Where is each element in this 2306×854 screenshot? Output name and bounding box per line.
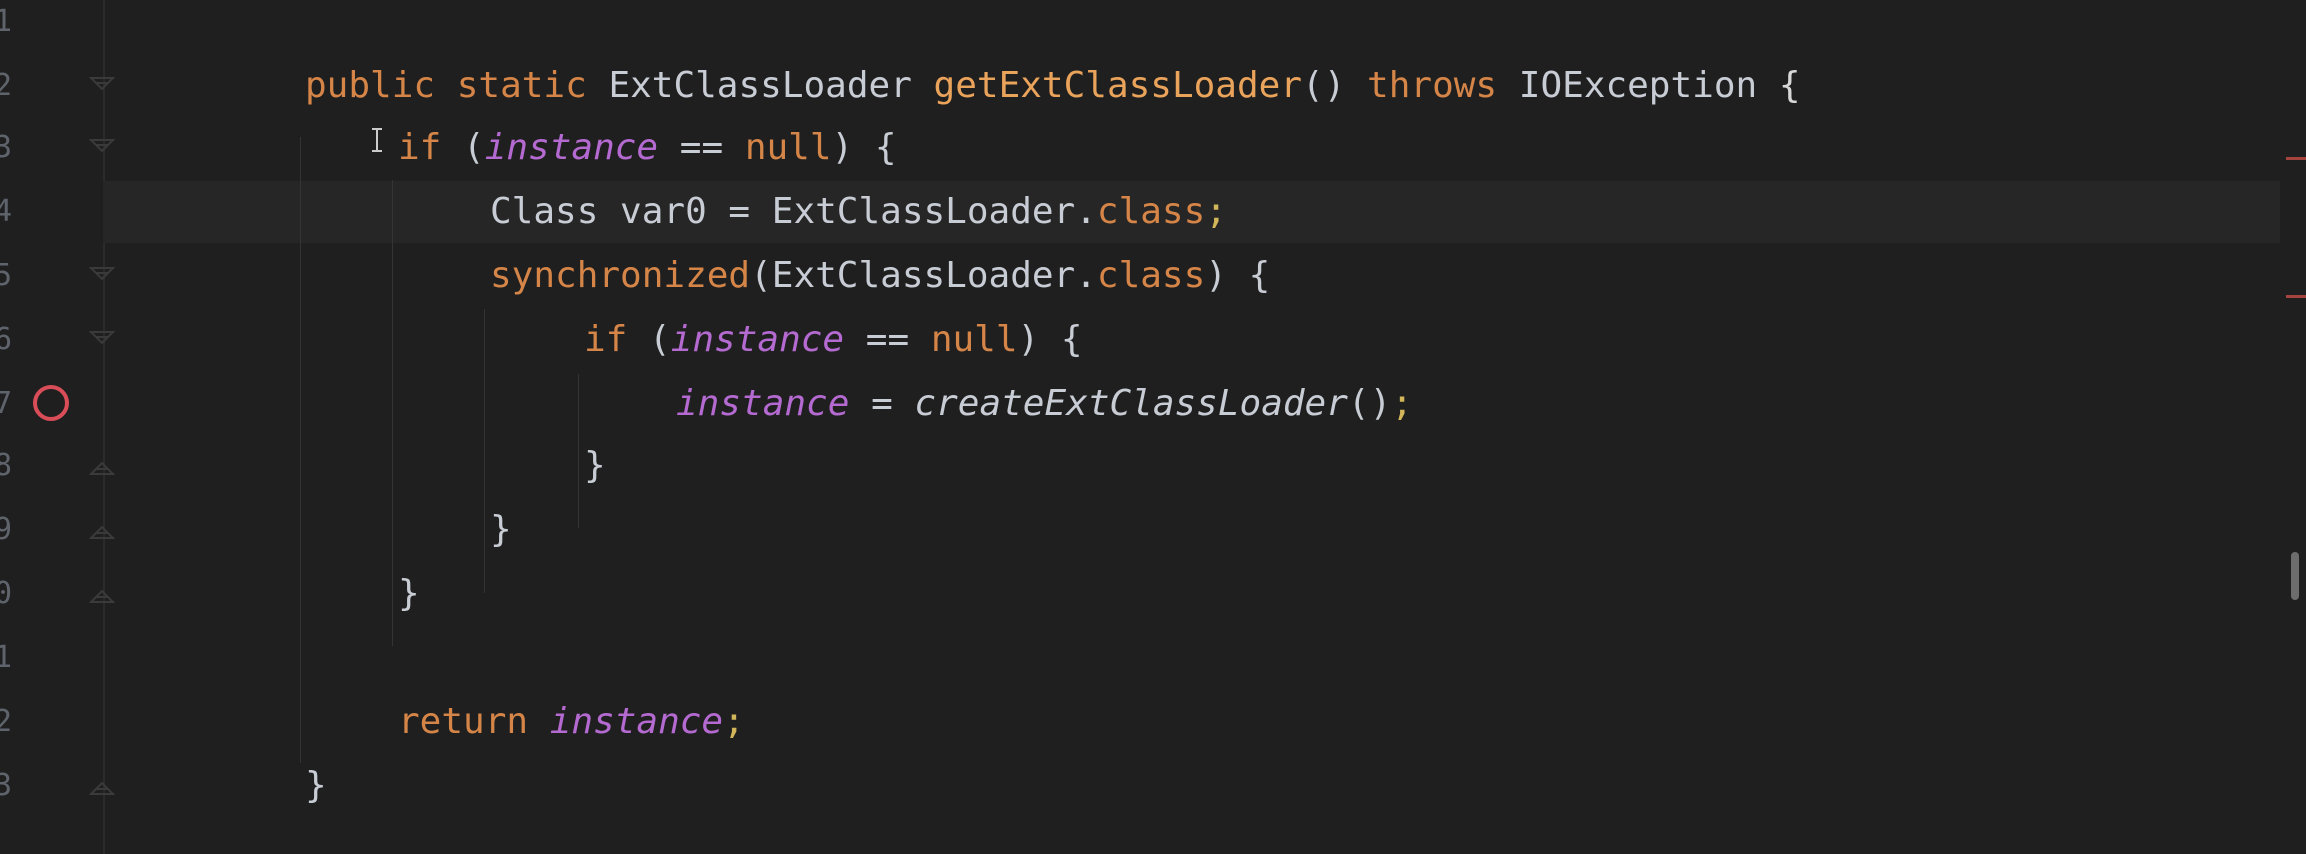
fold-marker-icon[interactable] <box>89 520 115 540</box>
code-token: getExtClassLoader <box>933 65 1303 106</box>
line-number: 3 <box>0 768 12 803</box>
code-token: ) { <box>1205 255 1271 296</box>
line-number: 6 <box>0 322 12 357</box>
code-token: () <box>1302 65 1368 106</box>
line-number: 1 <box>0 640 12 675</box>
code-token: public <box>305 65 457 106</box>
code-token: ) { <box>1017 319 1083 360</box>
code-token: ; <box>723 701 745 742</box>
code-token: == <box>658 127 745 168</box>
line-number: 7 <box>0 386 12 421</box>
gutter-divider <box>103 0 105 854</box>
scrollbar-thumb[interactable] <box>2291 552 2299 600</box>
code-token: { <box>1778 65 1801 106</box>
indent-guide <box>392 180 393 646</box>
line-number: 9 <box>0 512 12 547</box>
indent-guide <box>300 137 301 763</box>
scrollbar-track[interactable] <box>2280 0 2306 854</box>
code-token: instance <box>676 383 850 424</box>
code-token: } <box>584 445 606 486</box>
code-token: = <box>849 383 915 424</box>
code-token: null <box>930 319 1018 360</box>
code-token: ( <box>750 255 772 296</box>
fold-marker-icon[interactable] <box>89 330 115 350</box>
code-token: = <box>706 191 772 232</box>
code-token: ( <box>649 319 671 360</box>
scrollbar-error-mark <box>2286 157 2306 160</box>
code-token: throws <box>1367 65 1519 106</box>
text-cursor-icon <box>372 128 382 152</box>
line-number: 2 <box>0 68 12 103</box>
code-line[interactable]: instance = createExtClassLoader(); <box>676 372 1413 436</box>
code-line[interactable]: } <box>305 754 327 818</box>
code-token: ExtClassLoader <box>771 191 1076 232</box>
code-token: . <box>1075 191 1097 232</box>
code-token: ; <box>1391 383 1413 424</box>
line-number: 3 <box>0 130 12 165</box>
code-line[interactable]: if (instance == null) { <box>398 116 897 180</box>
code-line[interactable]: Class var0 = ExtClassLoader.class; <box>490 180 1227 244</box>
code-token: instance <box>549 701 724 742</box>
code-line[interactable]: } <box>584 434 606 498</box>
code-token: instance <box>670 319 845 360</box>
line-number: 2 <box>0 704 12 739</box>
code-token: == <box>844 319 931 360</box>
code-token: ( <box>463 127 485 168</box>
line-number: 4 <box>0 194 12 229</box>
indent-guide <box>484 309 485 593</box>
code-line[interactable]: if (instance == null) { <box>584 308 1083 372</box>
code-token: } <box>490 509 512 550</box>
code-line[interactable]: synchronized(ExtClassLoader.class) { <box>490 244 1270 308</box>
code-token: static <box>456 65 609 106</box>
code-token: if <box>398 127 464 168</box>
code-token: createExtClassLoader <box>914 383 1348 424</box>
code-token: ExtClassLoader <box>608 65 934 106</box>
fold-marker-icon[interactable] <box>89 138 115 158</box>
breakpoint-icon[interactable] <box>33 385 69 421</box>
code-token: synchronized <box>490 255 751 296</box>
line-number: 0 <box>0 576 12 611</box>
code-token: instance <box>484 127 659 168</box>
code-line[interactable]: public static ExtClassLoader getExtClass… <box>305 54 1801 118</box>
line-number: 1 <box>0 4 12 39</box>
code-token: class <box>1096 191 1206 232</box>
code-token: Class <box>490 191 621 232</box>
code-token: () <box>1347 383 1392 424</box>
code-token: if <box>584 319 650 360</box>
code-token: null <box>744 127 832 168</box>
code-editor[interactable]: 1 2 3 4 5 6 7 8 9 0 1 2 3 public static ExtClassLoad… <box>0 0 2306 854</box>
code-token: } <box>305 765 327 806</box>
line-number: 5 <box>0 258 12 293</box>
indent-guide <box>578 374 579 528</box>
fold-marker-icon[interactable] <box>89 76 115 96</box>
code-token: class <box>1096 255 1206 296</box>
code-token: IOException <box>1518 65 1779 106</box>
code-token: } <box>398 573 420 614</box>
code-token: var0 <box>620 191 707 232</box>
fold-marker-icon[interactable] <box>89 266 115 286</box>
line-number: 8 <box>0 448 12 483</box>
code-token: return <box>398 701 550 742</box>
fold-marker-icon[interactable] <box>89 584 115 604</box>
scrollbar-error-mark <box>2286 295 2306 298</box>
code-token: . <box>1075 255 1097 296</box>
code-line[interactable]: return instance; <box>398 690 745 754</box>
code-token: ExtClassLoader <box>771 255 1076 296</box>
editor-gutter <box>0 0 150 854</box>
fold-marker-icon[interactable] <box>89 776 115 796</box>
fold-marker-icon[interactable] <box>89 456 115 476</box>
code-line[interactable]: } <box>398 562 420 626</box>
code-token: ; <box>1205 191 1227 232</box>
code-line[interactable]: } <box>490 498 512 562</box>
code-token: ) { <box>831 127 897 168</box>
